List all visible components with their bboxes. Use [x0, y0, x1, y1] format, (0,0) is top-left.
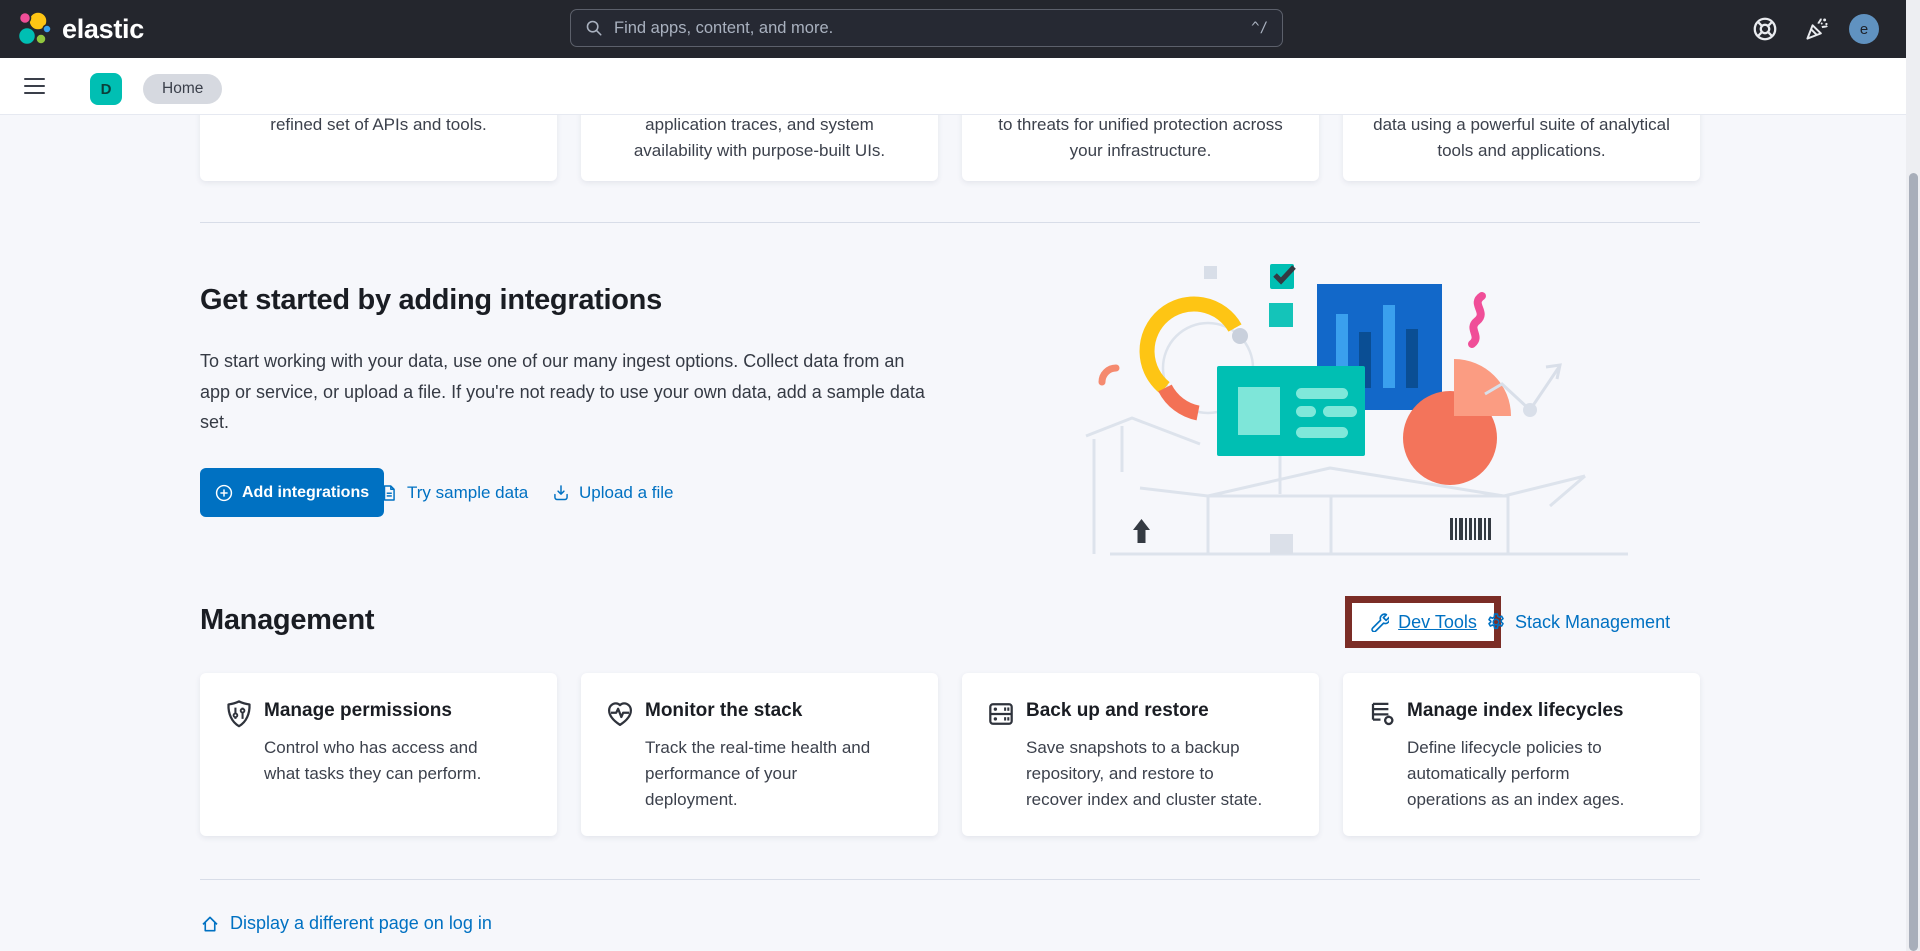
stack-management-label: Stack Management — [1515, 612, 1670, 633]
elastic-logo[interactable]: elastic — [14, 7, 144, 51]
shield-permissions-icon — [224, 699, 254, 729]
user-avatar[interactable]: e — [1849, 14, 1879, 44]
top-header: elastic ^/ e — [0, 0, 1920, 58]
get-started-title: Get started by adding integrations — [200, 284, 662, 317]
card-title: Manage index lifecycles — [1407, 700, 1624, 722]
space-badge[interactable]: D — [90, 73, 122, 105]
card-description: Save snapshots to a backup repository, a… — [1026, 735, 1268, 813]
index-lifecycles-card[interactable]: Manage index lifecycles Define lifecycle… — [1343, 673, 1700, 836]
elastic-logo-icon — [14, 9, 54, 49]
section-divider — [200, 222, 1700, 223]
home-icon — [200, 914, 220, 934]
upload-file-link[interactable]: Upload a file — [552, 468, 674, 517]
global-search[interactable]: ^/ — [570, 9, 1283, 47]
card-title: Manage permissions — [264, 700, 452, 722]
try-sample-data-label: Try sample data — [407, 483, 528, 503]
change-home-route-label: Display a different page on log in — [230, 913, 492, 934]
storage-icon — [986, 699, 1016, 729]
party-popper-icon[interactable] — [1804, 16, 1830, 42]
change-home-route-link[interactable]: Display a different page on log in — [200, 910, 492, 937]
management-title: Management — [200, 604, 374, 637]
backup-restore-card[interactable]: Back up and restore Save snapshots to a … — [962, 673, 1319, 836]
gear-icon — [1486, 612, 1506, 632]
avatar-initial: e — [1860, 21, 1868, 38]
heart-pulse-icon — [605, 699, 635, 729]
index-lifecycle-icon — [1367, 699, 1397, 729]
help-icon[interactable] — [1752, 16, 1778, 42]
brand-text: elastic — [62, 14, 144, 45]
get-started-description: To start working with your data, use one… — [200, 346, 925, 438]
card-description: Control who has access and what tasks th… — [264, 735, 506, 787]
search-shortcut-hint: ^/ — [1251, 20, 1268, 36]
try-sample-data-link[interactable]: Try sample data — [380, 468, 528, 517]
search-input[interactable] — [612, 18, 1242, 39]
add-integrations-button[interactable]: Add integrations — [200, 468, 384, 517]
space-badge-label: D — [101, 81, 112, 98]
card-description: Track the real-time health and performan… — [645, 735, 887, 813]
stack-management-link[interactable]: Stack Management — [1486, 608, 1670, 636]
integrations-illustration — [1080, 248, 1640, 560]
document-icon — [380, 484, 398, 502]
devtools-highlight-box: Dev Tools — [1345, 596, 1501, 648]
dev-tools-label: Dev Tools — [1398, 612, 1477, 633]
monitor-stack-card[interactable]: Monitor the stack Track the real-time he… — [581, 673, 938, 836]
scrollbar-thumb[interactable] — [1909, 173, 1918, 951]
card-title: Back up and restore — [1026, 700, 1209, 722]
wrench-icon — [1369, 612, 1389, 632]
add-integrations-label: Add integrations — [242, 484, 369, 502]
card-title: Monitor the stack — [645, 700, 802, 722]
breadcrumb-home[interactable]: Home — [143, 74, 222, 104]
breadcrumb-home-label: Home — [162, 80, 203, 98]
upload-file-label: Upload a file — [579, 483, 674, 503]
card-description: Define lifecycle policies to automatical… — [1407, 735, 1649, 813]
search-icon — [585, 19, 603, 37]
menu-icon[interactable] — [24, 72, 52, 100]
breadcrumb-bar — [0, 58, 1920, 115]
dev-tools-link[interactable]: Dev Tools — [1369, 612, 1477, 633]
manage-permissions-card[interactable]: Manage permissions Control who has acces… — [200, 673, 557, 836]
section-divider — [200, 879, 1700, 880]
import-icon — [552, 484, 570, 502]
plus-circle-icon — [215, 484, 233, 502]
